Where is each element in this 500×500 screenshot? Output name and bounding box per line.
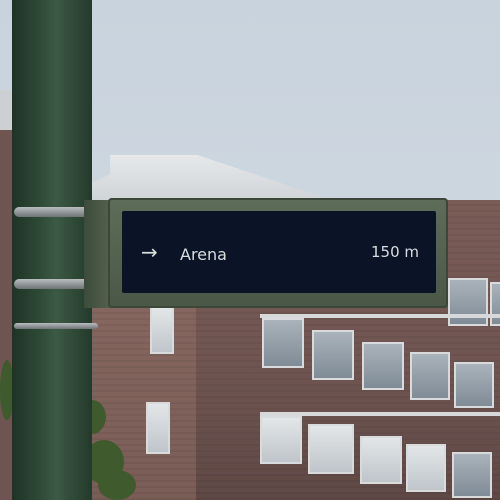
- window: [490, 282, 500, 326]
- window: [362, 342, 404, 390]
- window: [410, 352, 450, 400]
- window: [146, 402, 170, 454]
- window: [312, 330, 354, 380]
- window: [452, 452, 492, 498]
- tree-foliage: [98, 470, 136, 500]
- window: [454, 362, 494, 408]
- window: [308, 424, 354, 474]
- arrow-right-icon: →: [141, 240, 158, 264]
- sign-destination: Arena: [180, 245, 227, 264]
- window: [360, 436, 402, 484]
- sign-pole: [12, 0, 92, 500]
- window: [406, 444, 446, 492]
- sign-distance: 150 m: [371, 243, 420, 261]
- window: [260, 416, 302, 464]
- pole-clamp: [14, 323, 98, 329]
- building-roof: [90, 155, 340, 203]
- window: [448, 278, 488, 326]
- window: [150, 306, 174, 354]
- window: [262, 318, 304, 368]
- photo-scene: → Arena 150 m: [0, 0, 500, 500]
